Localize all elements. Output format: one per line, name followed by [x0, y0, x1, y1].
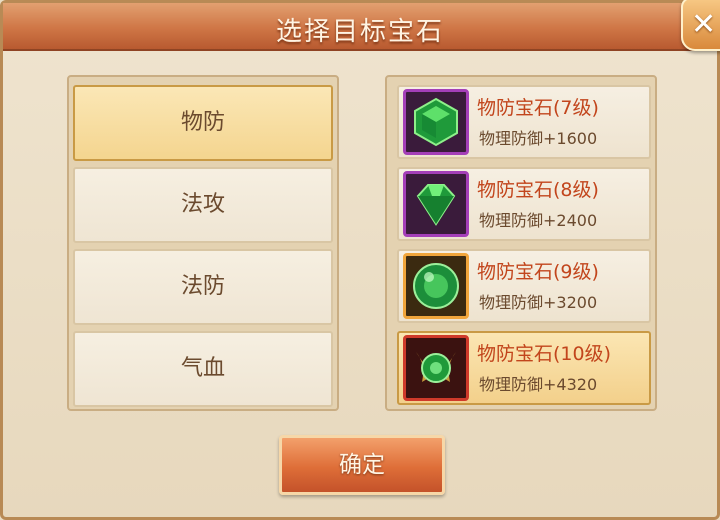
- gem-item-level-8[interactable]: 物防宝石(8级) 物理防御+2400: [397, 167, 651, 241]
- category-label: 法攻: [180, 192, 225, 217]
- gem-select-dialog: 选择目标宝石 ✕ 物防 法攻 法防 气血 物防宝石(7级) 物理防御+1600 …: [0, 0, 720, 520]
- category-item-hp[interactable]: 气血: [73, 331, 333, 407]
- category-list: 物防 法攻 法防 气血: [67, 75, 339, 411]
- gem-stat: 物理防御+2400: [479, 211, 598, 230]
- dialog-title: 选择目标宝石: [275, 17, 444, 47]
- green-hexagon-gem-icon: [403, 89, 469, 155]
- dialog-header: 选择目标宝石: [3, 3, 717, 51]
- category-item-magic-defense[interactable]: 法防: [73, 249, 333, 325]
- gem-name: 物防宝石(7级): [477, 97, 599, 119]
- category-label: 气血: [180, 356, 225, 381]
- close-icon: ✕: [691, 7, 717, 42]
- gem-item-level-9[interactable]: 物防宝石(9级) 物理防御+3200: [397, 249, 651, 323]
- gem-stat: 物理防御+4320: [479, 375, 598, 394]
- category-label: 物防: [180, 110, 225, 135]
- gem-list: 物防宝石(7级) 物理防御+1600 物防宝石(8级) 物理防御+2400 物防…: [385, 75, 657, 411]
- category-label: 法防: [180, 274, 225, 299]
- ornate-green-gem-icon: [403, 335, 469, 401]
- green-orb-gem-icon: [403, 253, 469, 319]
- gem-stat: 物理防御+1600: [479, 129, 598, 148]
- green-diamond-gem-icon: [403, 171, 469, 237]
- gem-name: 物防宝石(10级): [477, 343, 612, 365]
- confirm-button[interactable]: 确定: [279, 435, 445, 495]
- gem-item-level-10[interactable]: 物防宝石(10级) 物理防御+4320: [397, 331, 651, 405]
- gem-stat: 物理防御+3200: [479, 293, 598, 312]
- close-button[interactable]: ✕: [681, 0, 720, 51]
- category-item-physical-defense[interactable]: 物防: [73, 85, 333, 161]
- gem-name: 物防宝石(8级): [477, 179, 599, 201]
- gem-item-level-7[interactable]: 物防宝石(7级) 物理防御+1600: [397, 85, 651, 159]
- category-item-magic-attack[interactable]: 法攻: [73, 167, 333, 243]
- gem-name: 物防宝石(9级): [477, 261, 599, 283]
